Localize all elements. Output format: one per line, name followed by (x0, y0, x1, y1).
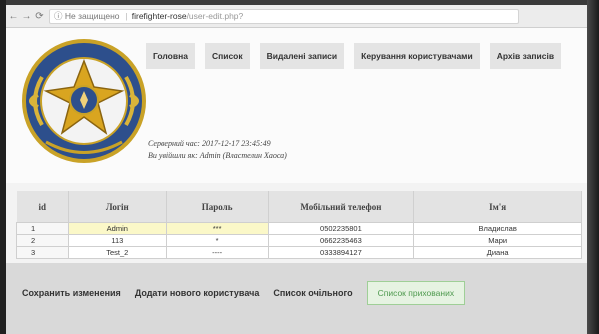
browser-toolbar: ← → ⟳ ⓘ Не защищено | firefighter-rose /… (6, 5, 587, 28)
menu-item-home[interactable]: Головна (146, 43, 195, 69)
action-buttons: Сохранить изменения Додати нового корист… (22, 281, 466, 305)
phone-input[interactable]: 0333894127 (267, 246, 415, 259)
menu-item-deleted[interactable]: Видалені записи (259, 43, 345, 69)
forward-icon[interactable]: → (21, 11, 32, 22)
phone-input[interactable]: 0662235463 (267, 234, 415, 247)
column-header-password: Пароль (166, 191, 269, 223)
security-indicator[interactable]: ⓘ Не защищено (54, 10, 120, 22)
reload-icon[interactable]: ⟳ (34, 11, 45, 22)
url-separator: | (125, 11, 128, 21)
cell-id: 2 (16, 234, 69, 247)
logged-as: Ви увійшли як: Admin (Властелин Хаоса) (148, 151, 287, 160)
url-host: firefighter-rose (131, 11, 187, 21)
address-bar[interactable]: ⓘ Не защищено | firefighter-rose /user-e… (49, 8, 519, 24)
column-header-name: Ім'я (413, 191, 582, 223)
table-row: 2 113 * 0662235463 Мари (16, 234, 582, 247)
add-user-button[interactable]: Додати нового користувача (135, 288, 260, 298)
menu-item-archive[interactable]: Архів записів (489, 43, 562, 69)
name-input[interactable]: Владислав (413, 222, 582, 235)
cell-id: 1 (16, 222, 69, 235)
security-label: Не защищено (64, 11, 120, 21)
hidden-list-button[interactable]: Список прихованих (366, 281, 466, 305)
login-input[interactable]: Test_2 (67, 246, 167, 259)
name-input[interactable]: Мари (413, 234, 582, 247)
login-input[interactable]: Admin (67, 222, 167, 235)
institute-emblem-logo (22, 39, 146, 163)
server-time: Серверний час: 2017-12-17 23:45:49 (148, 139, 271, 148)
login-input[interactable]: 113 (67, 234, 167, 247)
delete-list-button[interactable]: Список очільного (273, 288, 352, 298)
menu-item-user-management[interactable]: Керування користувачами (354, 43, 480, 69)
column-header-login: Логін (68, 191, 167, 223)
table-header-row: id Логін Пароль Мобільний телефон Ім'я (16, 191, 582, 223)
cell-id: 3 (16, 246, 69, 259)
password-input[interactable]: *** (165, 222, 269, 235)
phone-input[interactable]: 0502235801 (267, 222, 415, 235)
info-icon: ⓘ (54, 11, 63, 21)
session-info: Серверний час: 2017-12-17 23:45:49 Ви ув… (148, 138, 287, 162)
users-table-wrap: id Логін Пароль Мобільний телефон Ім'я 1… (16, 191, 582, 259)
url-path: /user-edit.php? (186, 11, 244, 21)
save-changes-button[interactable]: Сохранить изменения (22, 288, 121, 298)
browser-window: ← → ⟳ ⓘ Не защищено | firefighter-rose /… (6, 5, 587, 334)
name-input[interactable]: Диана (413, 246, 582, 259)
column-header-id: id (16, 191, 69, 223)
password-input[interactable]: * (165, 234, 269, 247)
users-table: id Логін Пароль Мобільний телефон Ім'я 1… (16, 191, 582, 259)
table-row: 1 Admin *** 0502235801 Владислав (16, 222, 582, 235)
menu-item-list[interactable]: Список (204, 43, 250, 69)
back-icon[interactable]: ← (8, 11, 19, 22)
photo-frame-right (587, 0, 599, 334)
table-row: 3 Test_2 ---- 0333894127 Диана (16, 246, 582, 259)
main-menu: Головна Список Видалені записи Керування… (146, 43, 562, 69)
password-input[interactable]: ---- (165, 246, 269, 259)
column-header-phone: Мобільний телефон (268, 191, 415, 223)
